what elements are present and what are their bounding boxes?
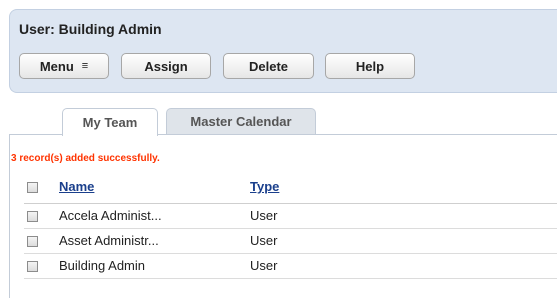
assign-button[interactable]: Assign (121, 53, 211, 79)
table-header-row: Name Type (24, 170, 557, 204)
tab-master-calendar[interactable]: Master Calendar (166, 108, 316, 134)
row-checkbox[interactable] (27, 211, 38, 222)
cell-type: User (250, 258, 278, 273)
row-checkbox[interactable] (27, 261, 38, 272)
cell-name: Building Admin (59, 258, 145, 273)
menu-button[interactable]: Menu ≡ (19, 53, 109, 79)
tab-my-team[interactable]: My Team (62, 108, 158, 136)
column-header-name[interactable]: Name (59, 179, 94, 194)
cell-name: Asset Administr... (59, 233, 159, 248)
select-all-checkbox[interactable] (27, 182, 38, 193)
cell-type: User (250, 233, 278, 248)
table-row: Asset Administr... User (24, 229, 557, 254)
page: User: Building Admin Menu ≡ Assign Delet… (0, 0, 557, 298)
menu-button-label: Menu (39, 58, 74, 74)
help-button[interactable]: Help (325, 53, 415, 79)
table-row: Building Admin User (24, 254, 557, 279)
row-checkbox[interactable] (27, 236, 38, 247)
cell-name: Accela Administ... (59, 208, 162, 223)
column-header-type[interactable]: Type (250, 179, 279, 194)
team-table: Name Type Accela Administ... User Asset … (24, 170, 557, 279)
cell-type: User (250, 208, 278, 223)
hamburger-icon: ≡ (81, 59, 89, 72)
delete-button[interactable]: Delete (223, 53, 314, 79)
panel-left-border (9, 134, 10, 298)
status-message: 3 record(s) added successfully. (11, 153, 160, 164)
table-row: Accela Administ... User (24, 204, 557, 229)
page-title: User: Building Admin (19, 21, 162, 37)
